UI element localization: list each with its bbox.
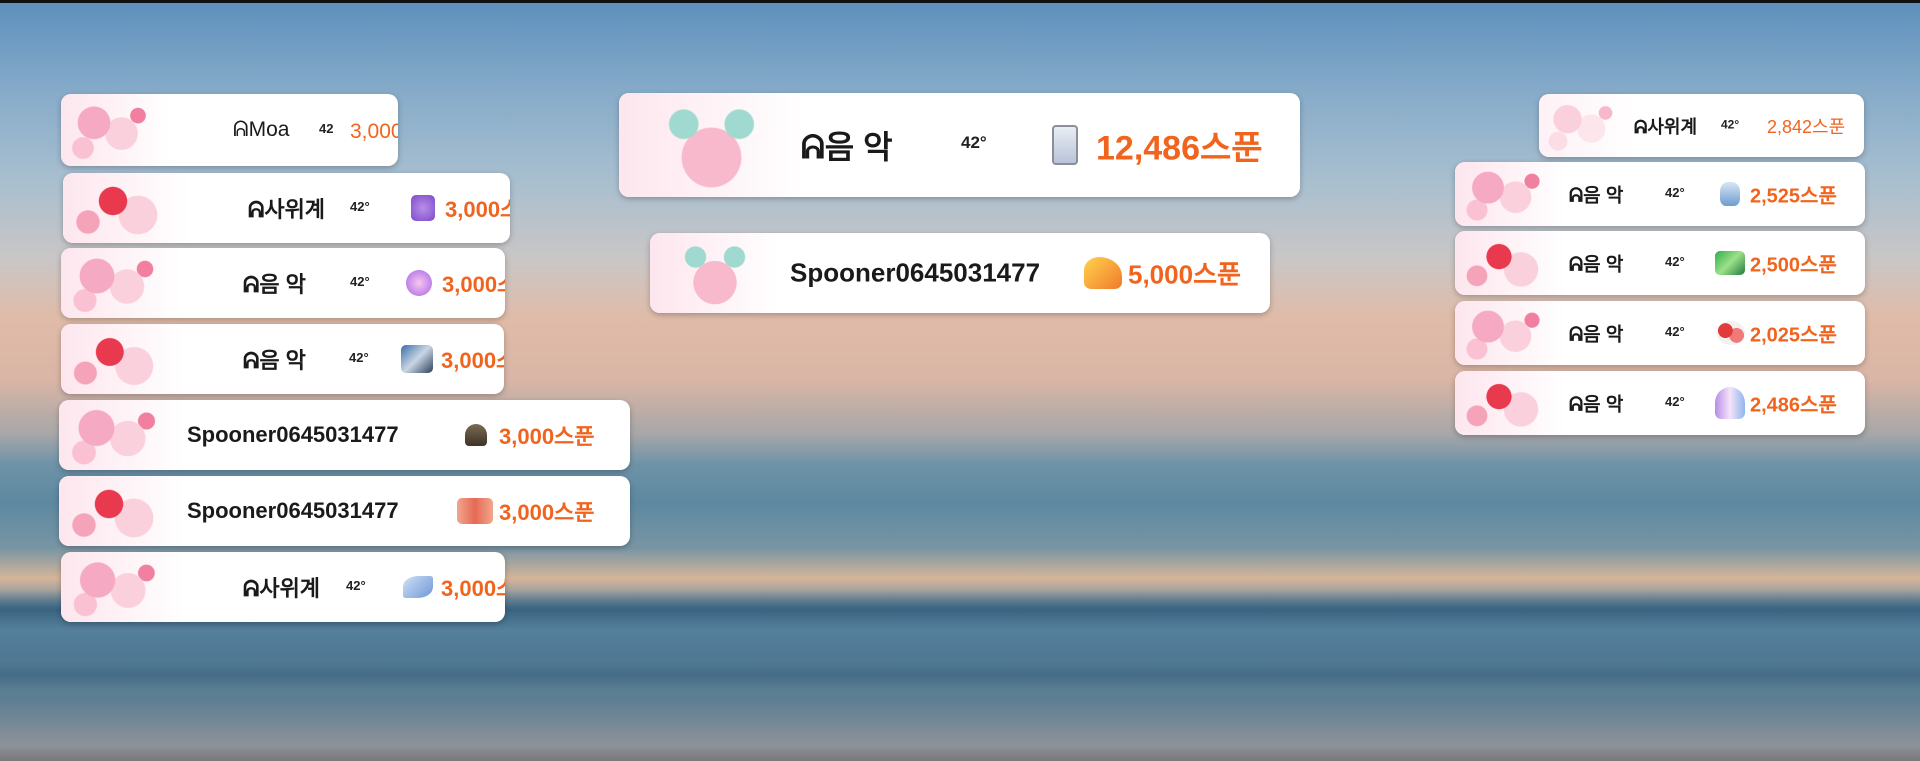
spoon-amount: 3,000스푼 bbox=[441, 576, 505, 601]
donor-name: ᕱ음 악 bbox=[243, 272, 306, 297]
duck-icon bbox=[1084, 257, 1122, 289]
spoon-amount: 2,842스푼 bbox=[1767, 116, 1846, 137]
spoon-amount: 3,000스푼 bbox=[499, 424, 595, 449]
wing-icon bbox=[403, 576, 433, 598]
sticker-art bbox=[61, 552, 183, 622]
background-wave-lower bbox=[0, 660, 1920, 690]
sticker-art bbox=[650, 233, 780, 313]
spoon-amount: 3,000스푼 bbox=[445, 197, 510, 222]
level-badge: 42° bbox=[1721, 117, 1740, 132]
donor-name: ᕱ음 악 bbox=[801, 129, 893, 165]
donor-name: ᕱMoa bbox=[233, 118, 290, 141]
donor-name: ᕱ사위계 bbox=[1634, 116, 1698, 137]
sticker-art bbox=[61, 248, 181, 318]
top-border bbox=[0, 0, 1920, 3]
donation-card: ᕱ사위계 42° 3,000스푼 bbox=[63, 173, 510, 243]
spoon-amount: 3,000스푼 bbox=[499, 500, 595, 525]
donation-card: Spooner0645031477 3,000스푼 bbox=[59, 400, 630, 470]
donor-name: Spooner0645031477 bbox=[187, 498, 399, 523]
sticker-art bbox=[1455, 162, 1565, 226]
phone-icon bbox=[1052, 125, 1078, 165]
level-badge: 42° bbox=[1665, 185, 1685, 200]
photo-card-icon bbox=[401, 345, 433, 373]
donation-card: ᕱ음 악 42° 2,525스푼 bbox=[1455, 162, 1865, 226]
spoon-amount: 3,000스푼 bbox=[441, 348, 504, 373]
purple-gem-icon bbox=[411, 195, 435, 221]
sticker-art bbox=[61, 324, 183, 394]
ticket-icon bbox=[457, 498, 493, 524]
sticker-art bbox=[63, 173, 188, 243]
sticker-art bbox=[61, 94, 171, 166]
sticker-art bbox=[1539, 94, 1634, 157]
donor-name: ᕱ음 악 bbox=[1569, 394, 1624, 416]
spoon-amount: 2,500스푼 bbox=[1750, 254, 1837, 277]
level-badge: 42 bbox=[319, 121, 334, 136]
level-badge: 42° bbox=[350, 274, 370, 289]
level-badge: 42° bbox=[1665, 394, 1685, 409]
donor-name: Spooner0645031477 bbox=[790, 257, 1041, 288]
spoon-amount: 3,000스푼 bbox=[350, 120, 398, 143]
flowers-icon bbox=[1717, 321, 1745, 345]
donation-card: Spooner0645031477 5,000스푼 bbox=[650, 233, 1270, 313]
donation-card: ᕱMoa 42 3,000스푼 bbox=[61, 94, 398, 166]
level-badge: 42° bbox=[350, 199, 370, 214]
green-box-icon bbox=[1715, 251, 1745, 275]
donor-name: ᕱ음 악 bbox=[1569, 185, 1624, 207]
angel-wings-icon bbox=[1715, 387, 1745, 419]
sticker-art bbox=[1455, 371, 1565, 435]
donor-name: ᕱ음 악 bbox=[1569, 324, 1624, 346]
donor-name: ᕱ사위계 bbox=[243, 576, 321, 601]
crown-icon bbox=[465, 424, 487, 446]
donation-card: ᕱ음 악 42° 3,000스푼 bbox=[61, 248, 505, 318]
donation-card: ᕱ음 악 42° 2,025스푼 bbox=[1455, 301, 1865, 365]
donor-name: Spooner0645031477 bbox=[187, 422, 399, 447]
sticker-art bbox=[1455, 231, 1565, 295]
donation-card: ᕱ사위계 42° 3,000스푼 bbox=[61, 552, 505, 622]
level-badge: 42° bbox=[349, 350, 369, 365]
spoon-amount: 5,000스푼 bbox=[1128, 259, 1241, 290]
spoon-amount: 3,000스푼 bbox=[442, 272, 505, 297]
donation-card: ᕱ음 악 42° 3,000스푼 bbox=[61, 324, 504, 394]
orb-icon bbox=[406, 270, 432, 296]
donor-name: ᕱ음 악 bbox=[243, 348, 306, 373]
level-badge: 42° bbox=[1665, 254, 1685, 269]
level-badge: 42° bbox=[1665, 324, 1685, 339]
spoon-amount: 2,025스푼 bbox=[1750, 324, 1837, 347]
spoon-amount: 2,525스푼 bbox=[1750, 185, 1837, 208]
spoon-amount: 12,486스푼 bbox=[1096, 129, 1263, 168]
donor-name: ᕱ사위계 bbox=[248, 197, 326, 222]
sticker-art bbox=[59, 400, 184, 470]
sticker-art bbox=[59, 476, 184, 546]
spoon-amount: 2,486스푼 bbox=[1750, 394, 1837, 417]
potion-icon bbox=[1720, 182, 1740, 206]
donation-card: ᕱ음 악 42° 2,500스푼 bbox=[1455, 231, 1865, 295]
donation-card: ᕱ사위계 42° 2,842스푼 bbox=[1539, 94, 1864, 157]
level-badge: 42° bbox=[961, 133, 987, 152]
level-badge: 42° bbox=[346, 578, 366, 593]
donation-card: ᕱ음 악 42° 2,486스푼 bbox=[1455, 371, 1865, 435]
sticker-art bbox=[1455, 301, 1565, 365]
top-donation-card: ᕱ음 악 42° 12,486스푼 bbox=[619, 93, 1300, 197]
donation-card: Spooner0645031477 3,000스푼 bbox=[59, 476, 630, 546]
sticker-art bbox=[619, 93, 804, 197]
donor-name: ᕱ음 악 bbox=[1569, 254, 1624, 276]
